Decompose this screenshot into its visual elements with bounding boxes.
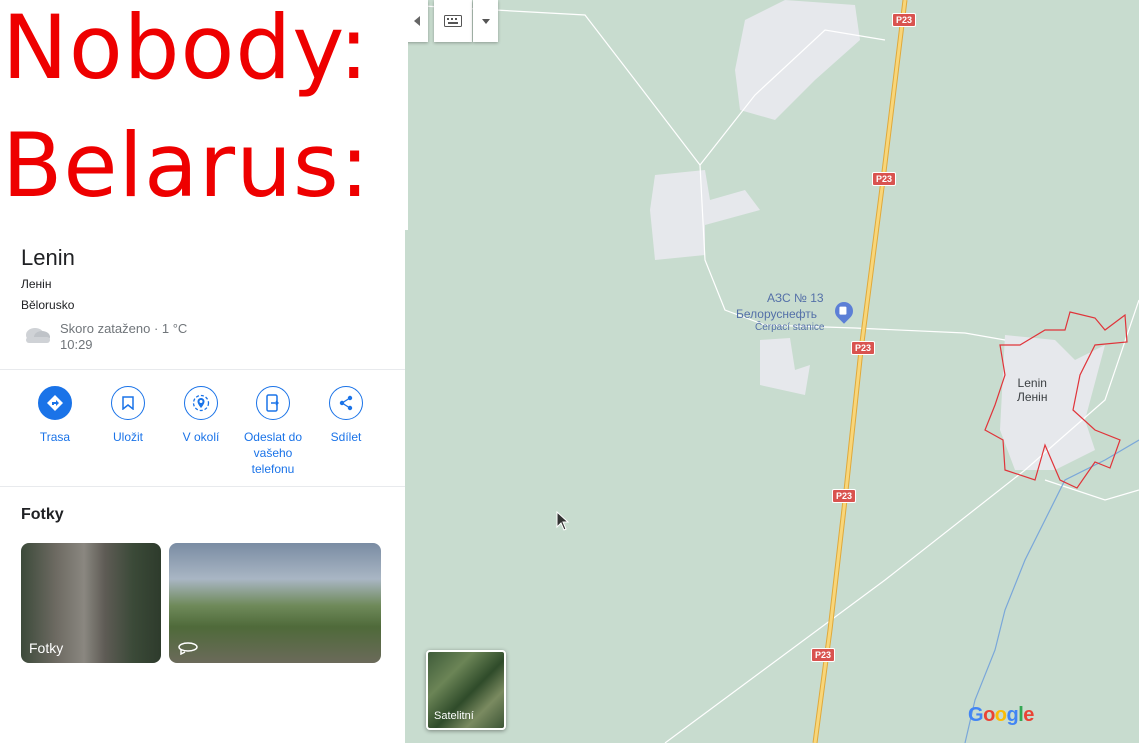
map-canvas[interactable]: P23 P23 P23 P23 P23 АЗС № 13 Белоруснефт… <box>405 0 1139 743</box>
road-shield: P23 <box>832 489 857 503</box>
photo-caption: Fotky <box>29 640 64 656</box>
road-shield: P23 <box>892 13 917 27</box>
chevron-left-icon <box>413 16 420 26</box>
directions-icon <box>47 395 63 411</box>
road-shield: P23 <box>872 172 897 186</box>
share-icon <box>339 395 353 411</box>
road-shield: P23 <box>811 648 836 662</box>
map-base-layer <box>405 0 1139 743</box>
mouse-cursor-icon <box>556 511 570 531</box>
keyboard-button[interactable] <box>434 0 472 42</box>
poi-brand[interactable]: Белоруснефть <box>736 307 817 321</box>
directions-label: Trasa <box>39 430 71 444</box>
weather-info: Skoro zataženo · 1 °C 10:29 <box>60 321 187 353</box>
place-panel: Nobody: Belarus: Lenin Ленін Bělorusko S… <box>0 0 408 743</box>
meme-line-1: Nobody: <box>2 0 370 99</box>
share-label: Sdílet <box>330 430 362 444</box>
town-label[interactable]: Lenin Ленін <box>1017 376 1047 404</box>
place-native-name: Ленін <box>21 277 52 291</box>
send-to-phone-icon <box>266 394 279 412</box>
directions-button[interactable]: Trasa <box>15 386 95 445</box>
satellite-layer-toggle[interactable]: Satelitní <box>426 650 506 730</box>
divider <box>0 486 405 487</box>
local-time: 10:29 <box>60 337 93 352</box>
road-shield: P23 <box>851 341 876 355</box>
nearby-button[interactable]: V okolí <box>161 386 241 445</box>
place-country[interactable]: Bělorusko <box>21 298 74 312</box>
share-button[interactable]: Sdílet <box>306 386 386 445</box>
meme-line-2: Belarus: <box>2 114 371 217</box>
satellite-label: Satelitní <box>434 710 474 722</box>
send-to-phone-label: Odeslat do vašeho telefonu <box>243 430 303 476</box>
input-tools-dropdown[interactable] <box>473 0 498 42</box>
save-label: Uložit <box>112 430 143 444</box>
google-logo: Google <box>968 704 1034 726</box>
meme-overlay: Nobody: Belarus: <box>0 0 408 230</box>
poi-type: Čerpací stanice <box>755 322 825 333</box>
send-to-phone-button[interactable]: Odeslat do vašeho telefonu <box>233 386 313 477</box>
weather-summary: Skoro zataženo · 1 °C <box>60 321 188 336</box>
photos-section-title: Fotky <box>21 506 64 523</box>
town-name-latin: Lenin <box>1017 376 1047 390</box>
chevron-down-icon <box>481 18 490 24</box>
360-view-icon <box>178 642 198 655</box>
divider <box>0 369 405 370</box>
town-name-native: Ленін <box>1017 390 1048 404</box>
keyboard-icon <box>444 15 462 27</box>
nearby-icon <box>192 394 210 412</box>
save-button[interactable]: Uložit <box>88 386 168 445</box>
photo-thumbnail[interactable]: Fotky <box>21 543 161 663</box>
cloud-icon <box>26 328 50 343</box>
bookmark-icon <box>122 396 134 410</box>
poi-name[interactable]: АЗС № 13 <box>767 291 824 305</box>
place-title: Lenin <box>21 245 75 270</box>
photo-360-thumbnail[interactable] <box>169 543 381 663</box>
collapse-panel-button[interactable] <box>405 0 428 42</box>
nearby-label: V okolí <box>182 430 220 444</box>
